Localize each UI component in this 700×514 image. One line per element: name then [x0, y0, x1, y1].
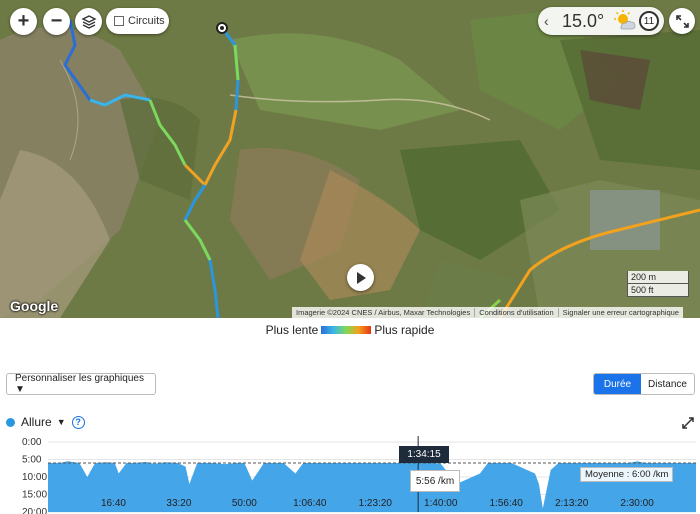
- layers-button[interactable]: [75, 8, 102, 35]
- legend-slower: Plus lente: [265, 323, 319, 337]
- satellite-map[interactable]: + − Circuits ‹ 15.0° 11 200 m 500 ft Goo…: [0, 0, 700, 318]
- scale-imperial: 500 ft: [627, 284, 689, 297]
- x-tick-label: 2:30:00: [620, 498, 654, 509]
- map-scale: 200 m 500 ft: [627, 271, 689, 297]
- layers-icon: [80, 14, 97, 29]
- scale-metric: 200 m: [627, 271, 689, 284]
- chevron-down-icon[interactable]: ▼: [57, 417, 66, 427]
- temperature: 15.0°: [562, 10, 605, 31]
- zoom-out-button[interactable]: −: [43, 8, 70, 35]
- expand-icon: [675, 14, 689, 28]
- expand-chart-icon[interactable]: [682, 417, 694, 429]
- chevron-left-icon[interactable]: ‹: [544, 13, 558, 29]
- x-tick-label: 2:13:20: [555, 498, 589, 509]
- x-tick-label: 50:00: [232, 498, 257, 509]
- google-logo: Google: [10, 298, 59, 314]
- terms-link[interactable]: Conditions d'utilisation: [475, 308, 559, 317]
- series-name: Allure: [21, 415, 52, 429]
- cursor-time-label: 1:34:15: [399, 446, 449, 463]
- y-tick-label: 0:00: [22, 437, 42, 448]
- pace-legend: Plus lente Plus rapide: [0, 323, 700, 337]
- circuits-label: Circuits: [128, 15, 165, 27]
- x-tick-label: 16:40: [101, 498, 126, 509]
- circuits-checkbox[interactable]: [114, 16, 124, 26]
- report-error-link[interactable]: Signaler une erreur cartographique: [559, 308, 683, 317]
- axis-toggle[interactable]: Durée Distance: [593, 373, 695, 395]
- partly-cloudy-icon: [614, 10, 636, 30]
- imagery-credit: Imagerie ©2024 CNES / Airbus, Maxar Tech…: [292, 308, 476, 317]
- duration-tab[interactable]: Durée: [594, 374, 641, 394]
- distance-tab[interactable]: Distance: [641, 374, 694, 394]
- x-tick-label: 1:23:20: [359, 498, 393, 509]
- series-selector[interactable]: Allure ▼ ?: [6, 415, 85, 429]
- cursor-value-label: 5:56 /km: [410, 470, 460, 492]
- x-tick-label: 1:06:40: [293, 498, 327, 509]
- average-label: Moyenne : 6:00 /km: [580, 467, 674, 482]
- fullscreen-button[interactable]: [669, 8, 695, 34]
- legend-gradient: [321, 326, 372, 334]
- circuits-toggle[interactable]: Circuits: [106, 8, 169, 34]
- legend-faster: Plus rapide: [374, 323, 435, 337]
- series-color-dot: [6, 417, 15, 427]
- zoom-in-button[interactable]: +: [10, 8, 37, 35]
- y-tick-label: 15:00: [22, 490, 47, 501]
- x-tick-label: 33:20: [166, 498, 191, 509]
- play-button[interactable]: [347, 264, 374, 291]
- help-icon[interactable]: ?: [71, 415, 85, 429]
- weather-widget[interactable]: ‹ 15.0° 11: [538, 7, 664, 35]
- wind-speed-badge: 11: [639, 11, 659, 31]
- play-icon: [356, 271, 366, 284]
- map-attribution: Imagerie ©2024 CNES / Airbus, Maxar Tech…: [292, 307, 683, 318]
- x-tick-label: 1:40:00: [424, 498, 458, 509]
- y-tick-label: 10:00: [22, 472, 47, 483]
- customize-charts-dropdown[interactable]: Personnaliser les graphiques ▼: [6, 373, 156, 395]
- y-tick-label: 5:00: [22, 455, 42, 466]
- y-tick-label: 20:00: [22, 507, 47, 514]
- x-tick-label: 1:56:40: [489, 498, 523, 509]
